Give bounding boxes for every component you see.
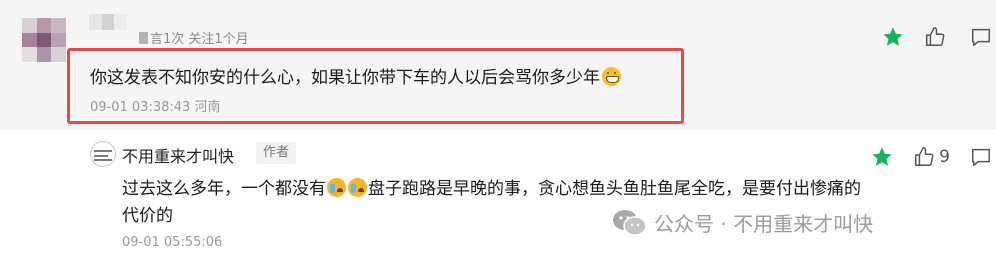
comment-stats-text: 言1次 关注1个月: [150, 32, 249, 47]
reply-datetime: 09-01 05:55:06: [122, 235, 223, 250]
thumbs-up-icon: [926, 27, 945, 46]
author-name[interactable]: 不用重来才叫快: [122, 143, 234, 167]
author-badge: 作者: [256, 142, 297, 164]
star-button[interactable]: [871, 146, 893, 168]
like-button[interactable]: [924, 26, 950, 48]
watermark: 公众号 · 不用重来才叫快: [612, 208, 873, 237]
comment-location: 河南: [194, 100, 221, 115]
pixelated-glyph: [139, 32, 148, 44]
like-count: 9: [939, 147, 950, 167]
comment-stats: 言1次 关注1个月: [139, 28, 249, 47]
star-icon: [872, 147, 892, 166]
comment-datetime: 09-01 03:38:43: [90, 100, 191, 115]
thumbs-up-icon: [915, 147, 934, 166]
comment-item: 言1次 关注1个月 你这发表不知你安的什么心，如果让你带下车的人以后会骂你多少年…: [0, 0, 996, 130]
comment-bubble-icon: [972, 28, 990, 46]
comment-text: 你这发表不知你安的什么心，如果让你带下车的人以后会骂你多少年: [90, 63, 621, 88]
reply-button[interactable]: [970, 146, 992, 168]
comment-actions: [882, 26, 992, 48]
star-icon: [883, 27, 903, 46]
sob-emoji-icon: [348, 178, 367, 197]
avatar-pixelated[interactable]: [22, 18, 66, 62]
username-pixelated: [89, 14, 128, 30]
comment-thread: 言1次 关注1个月 你这发表不知你安的什么心，如果让你带下车的人以后会骂你多少年…: [0, 0, 996, 265]
wechat-icon: [613, 209, 647, 236]
comment-meta: 09-01 03:38:43 河南: [90, 96, 220, 115]
reply-text-part1: 过去这么多年，一个都没有: [122, 179, 326, 199]
reply-button[interactable]: [970, 26, 992, 48]
comment-text-content: 你这发表不知你安的什么心，如果让你带下车的人以后会骂你多少年: [90, 68, 600, 88]
watermark-text: 公众号 · 不用重来才叫快: [654, 212, 874, 236]
grin-emoji-icon: [602, 67, 621, 86]
author-avatar[interactable]: [90, 141, 116, 167]
like-button[interactable]: 9: [913, 146, 950, 168]
star-button[interactable]: [882, 26, 904, 48]
comment-bubble-icon: [972, 148, 990, 166]
sob-emoji-icon: [327, 178, 346, 197]
reply-actions: 9: [871, 146, 992, 168]
